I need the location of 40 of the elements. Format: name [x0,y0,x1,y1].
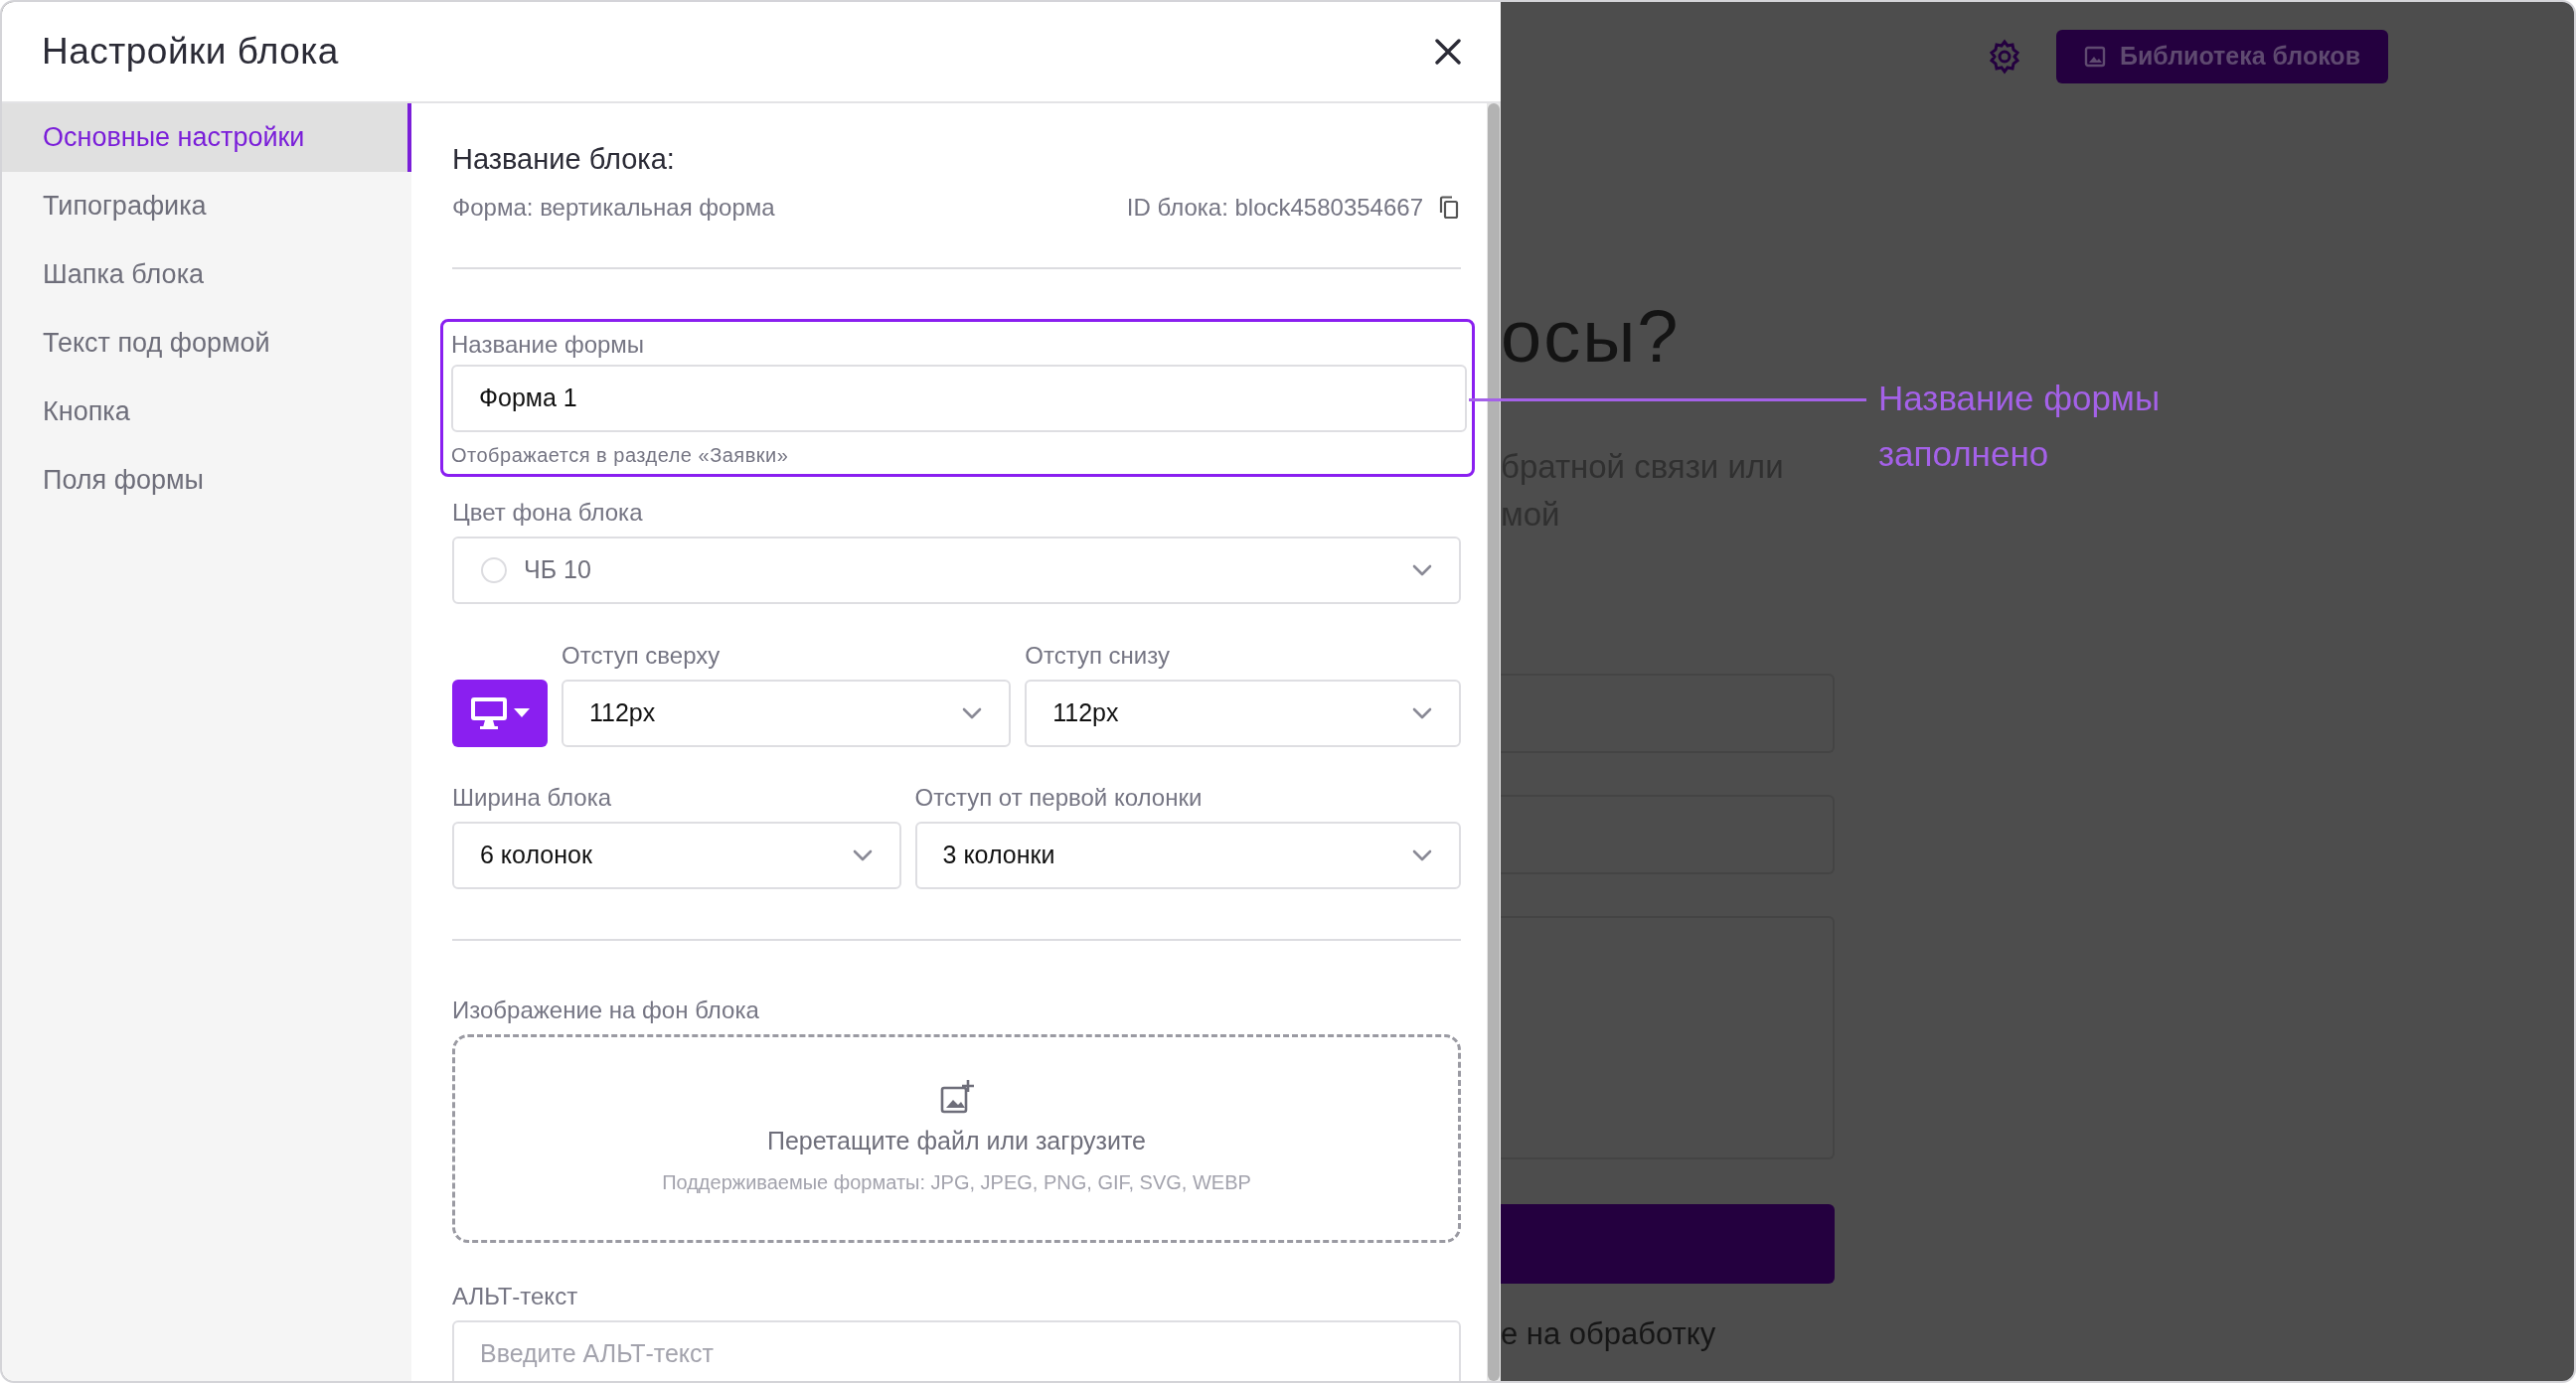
sidebar-item[interactable]: Типографика [2,172,411,240]
close-icon[interactable] [1435,39,1461,65]
field-label: Ширина блока [452,782,613,813]
field-label: АЛЬТ-текст [452,1281,579,1311]
scrollbar[interactable] [1488,103,1500,1381]
input-field[interactable]: Введите АЛЬТ-текст [452,1319,1461,1381]
field-label: Изображение на фон блока [452,995,760,1025]
field-label: Название формы [451,329,646,360]
field-label: Цвет фона блока [452,497,644,528]
dropdown-field[interactable]: 112px [562,679,1012,747]
field-label: Отступ сверху [562,640,722,671]
monitor-icon [470,695,508,730]
device-button[interactable] [452,679,548,747]
caret-icon [514,707,530,718]
sidebar-item[interactable]: Шапка блока [2,240,411,309]
panel-title: Настройки блока [42,30,339,75]
swatch-icon [480,555,508,584]
sidebar-item[interactable]: Основные настройки [2,103,411,172]
sidebar-item[interactable]: Кнопка [2,378,411,446]
copy-icon[interactable] [1439,195,1459,220]
dropdown-field[interactable]: 112px [1025,679,1461,747]
upload-dropzone[interactable]: Перетащите файл или загрузите Поддерживаемые форматы: JPG, JPEG, PNG, GIF, SVG, WEBP [452,1033,1461,1243]
dropdown-field[interactable]: 3 колонки [914,821,1461,889]
annotation-text: Название формы заполнено [1878,378,2162,475]
field-label: Отступ снизу [1025,640,1171,671]
sidebar-item[interactable]: Поля формы [2,446,411,515]
input-field[interactable]: Форма 1 [451,364,1467,432]
section-heading: Название блока: [452,142,676,177]
field-label: Отступ от первой колонки [914,782,1204,813]
sidebar-item[interactable]: Текст под формой [2,309,411,378]
upload-prompt: Перетащите файл или загрузите [767,1125,1146,1156]
hint-text: Отображается в разделе «Заявки» [451,442,790,468]
block-id-text: ID блока: block4580354667 [1126,192,1423,223]
image-icon [2083,46,2106,68]
form-type-text: Форма: вертикальная форма [452,192,775,223]
page-heading: осы? [1501,300,1682,374]
formats-text: Поддерживаемые форматы: JPG, JPEG, PNG, GIF, SVG, WEBP [662,1170,1251,1196]
dropdown-field[interactable]: ЧБ 10 [452,536,1461,604]
image-add-icon [938,1078,975,1115]
dropdown-field[interactable]: 6 колонок [452,821,901,889]
